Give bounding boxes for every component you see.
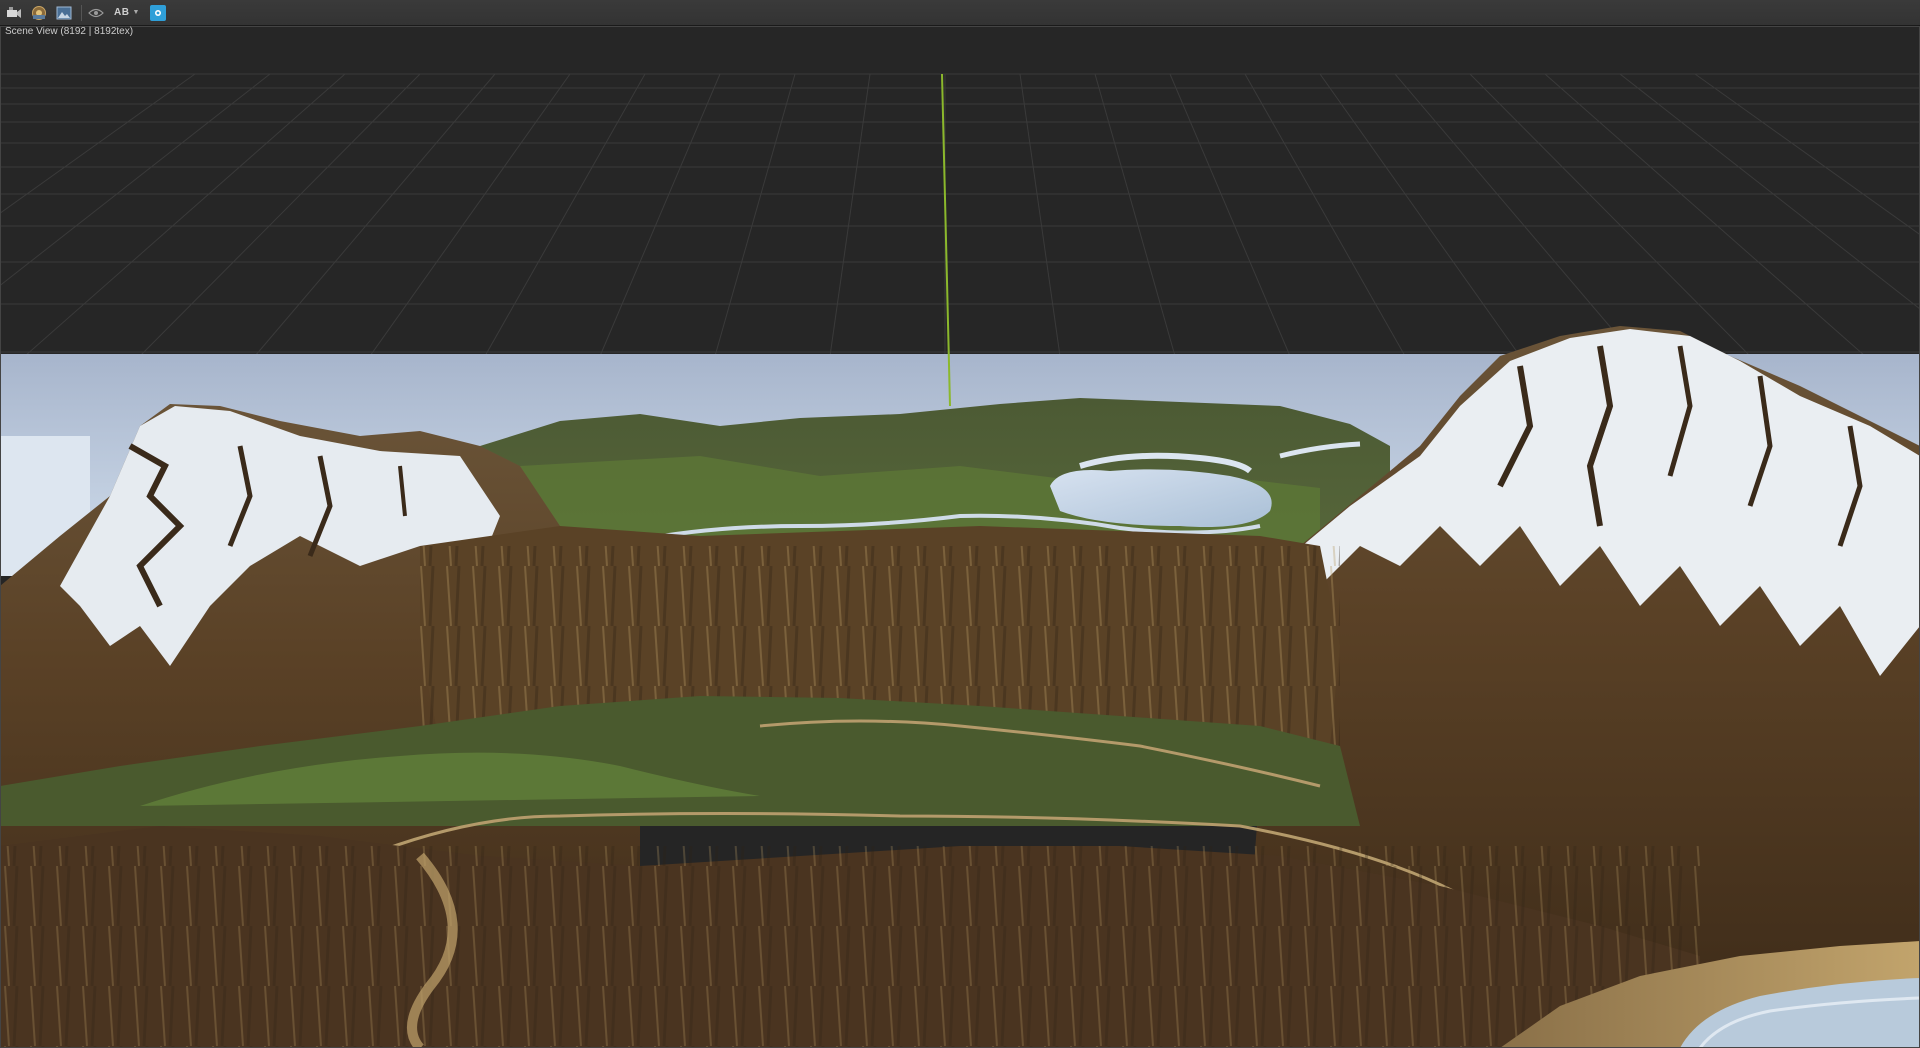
chevron-down-icon: ▼ bbox=[132, 9, 140, 16]
camera-button[interactable] bbox=[3, 3, 25, 23]
viewport-toggle-icon bbox=[153, 8, 163, 18]
image-button[interactable] bbox=[53, 3, 75, 23]
visibility-button[interactable] bbox=[85, 3, 107, 23]
image-icon bbox=[56, 5, 72, 21]
eye-icon bbox=[88, 7, 104, 19]
render-settings-icon bbox=[31, 5, 47, 21]
toolbar-separator bbox=[81, 4, 82, 21]
viewport-toolbar: AB ▼ bbox=[0, 0, 1920, 26]
camera-icon bbox=[6, 6, 22, 20]
scene-viewport[interactable]: Scene View (8192 | 8192tex) bbox=[0, 26, 1920, 1048]
ab-compare-label: AB bbox=[114, 7, 130, 18]
render-settings-button[interactable] bbox=[28, 3, 50, 23]
terrain-render bbox=[0, 26, 1920, 1048]
viewport-toggle-button[interactable] bbox=[150, 4, 166, 21]
terrain-editor-window: AB ▼ Scene View (8192 | 8192tex) bbox=[0, 0, 1920, 1048]
viewport-title: Scene View (8192 | 8192tex) bbox=[5, 26, 134, 37]
ab-compare-dropdown[interactable]: AB ▼ bbox=[110, 3, 144, 23]
